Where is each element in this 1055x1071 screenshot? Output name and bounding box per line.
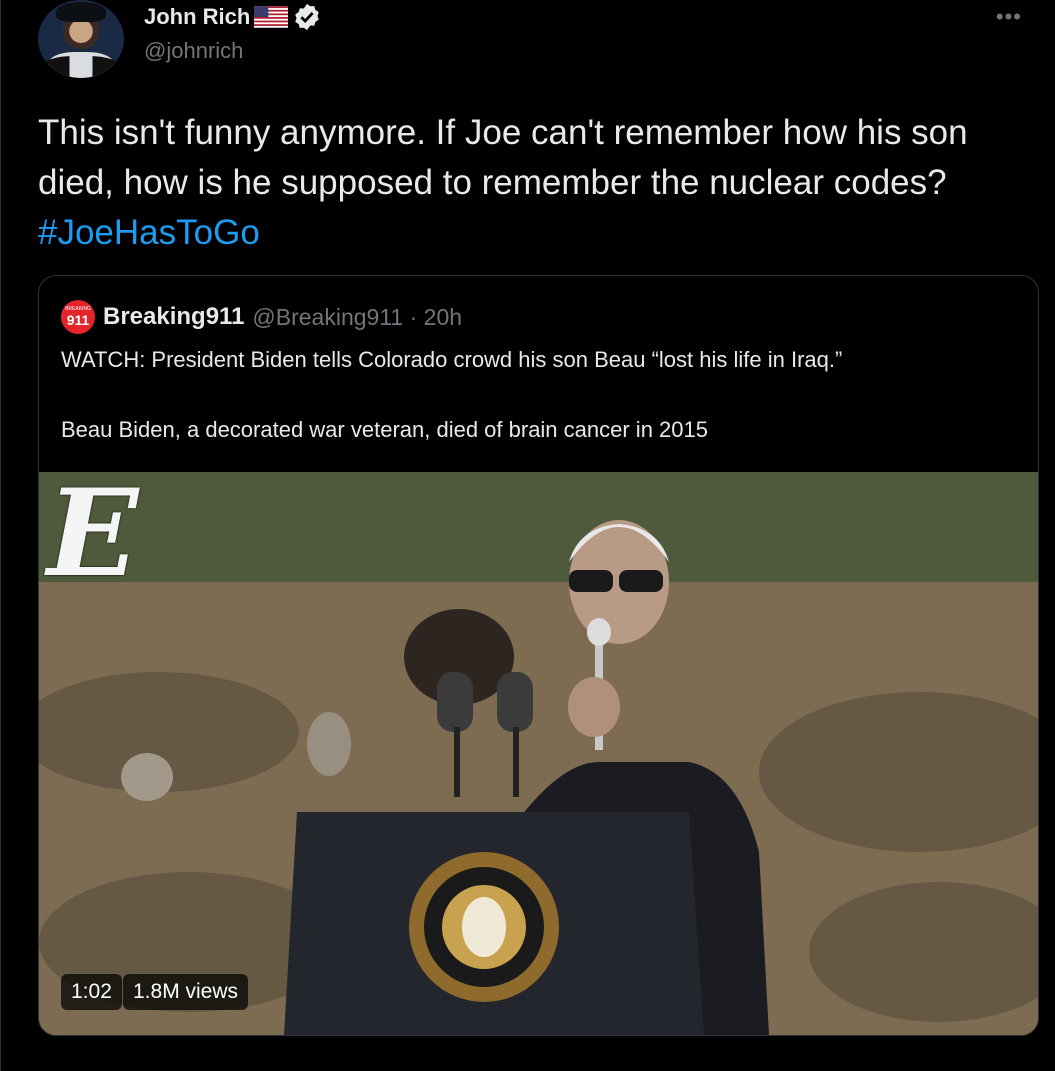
quoted-handle-time[interactable]: @Breaking911 · 20h xyxy=(252,304,462,331)
author-display-name[interactable]: John Rich xyxy=(144,4,250,30)
column-divider xyxy=(0,0,1,1071)
quoted-display-name[interactable]: Breaking911 xyxy=(103,303,244,331)
video-view-count: 1.8M views xyxy=(123,974,249,1010)
avatar-big-text: 911 xyxy=(66,312,90,328)
author-name-row: John Rich xyxy=(144,2,322,32)
tweet-header: John Rich @johnrich ••• xyxy=(38,0,1038,80)
quoted-tweet-header: BREAKING 911 Breaking911 @Breaking911 · … xyxy=(61,300,462,334)
author-avatar[interactable] xyxy=(38,0,124,78)
avatar-jacket xyxy=(42,56,120,78)
quoted-tweet-text: WATCH: President Biden tells Colorado cr… xyxy=(61,347,843,442)
watermark-logo: E xyxy=(47,472,139,604)
video-frame xyxy=(39,472,1038,1035)
tweet-text: This isn't funny anymore. If Joe can't r… xyxy=(38,108,1048,258)
breaking911-avatar[interactable]: BREAKING 911 xyxy=(61,300,95,334)
video-player[interactable]: E 1:02 1.8M views xyxy=(39,472,1038,1035)
tweet-body: This isn't funny anymore. If Joe can't r… xyxy=(38,113,968,202)
video-duration: 1:02 xyxy=(61,974,122,1010)
us-flag-icon xyxy=(254,6,289,28)
avatar-hat xyxy=(56,2,106,22)
more-options-icon[interactable]: ••• xyxy=(996,4,1022,30)
hashtag-link[interactable]: #JoeHasToGo xyxy=(38,213,260,252)
quoted-tweet[interactable]: BREAKING 911 Breaking911 @Breaking911 · … xyxy=(38,275,1039,1036)
author-handle[interactable]: @johnrich xyxy=(144,38,243,64)
verified-badge-icon xyxy=(295,3,320,31)
